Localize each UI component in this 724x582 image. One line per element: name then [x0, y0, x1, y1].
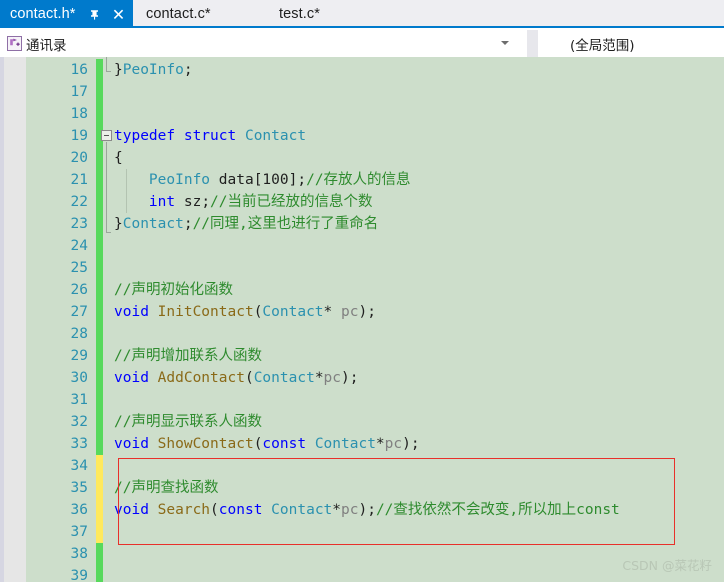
line-number: 25 [70, 260, 88, 276]
line-number: 23 [70, 216, 88, 232]
line-number: 37 [70, 524, 88, 540]
change-marker [96, 499, 103, 521]
code-line[interactable]: //声明查找函数 [114, 477, 218, 499]
code-line[interactable]: PeoInfo data[100];//存放人的信息 [114, 169, 411, 191]
change-marker [96, 389, 103, 411]
change-marker [96, 367, 103, 389]
breakpoint-glyph-margin[interactable] [4, 57, 26, 582]
chevron-down-icon[interactable] [501, 41, 509, 45]
line-number: 22 [70, 194, 88, 210]
code-line[interactable]: { [114, 147, 123, 169]
collapse-guide [106, 57, 107, 71]
pin-icon[interactable] [88, 8, 101, 21]
change-marker [96, 477, 103, 499]
line-number: 24 [70, 238, 88, 254]
code-line[interactable]: //声明初始化函数 [114, 279, 233, 301]
code-line[interactable]: //声明显示联系人函数 [114, 411, 262, 433]
change-marker [96, 543, 103, 565]
change-marker [96, 213, 103, 235]
change-marker [96, 411, 103, 433]
line-number: 29 [70, 348, 88, 364]
scope-label: 通讯录 [26, 37, 67, 54]
editor-tab-bar: contact.h* contact.c* test.c* [0, 0, 724, 28]
change-marker [96, 169, 103, 191]
close-icon[interactable] [112, 8, 125, 21]
line-number: 16 [70, 62, 88, 78]
change-marker [96, 103, 103, 125]
change-marker [96, 147, 103, 169]
change-marker [96, 301, 103, 323]
watermark: CSDN @菜花籽 [622, 558, 712, 573]
line-number: 35 [70, 480, 88, 496]
indent-guide [126, 169, 127, 213]
code-line[interactable]: void AddContact(Contact*pc); [114, 367, 358, 389]
tab-contact-h-label: contact.h* [10, 6, 76, 22]
code-line[interactable]: int sz;//当前已经放的信息个数 [114, 191, 373, 213]
code-line[interactable]: void ShowContact(const Contact*pc); [114, 433, 420, 455]
line-number-gutter: 16 17 18 19 20 21 22 23 24 25 26 27 28 29 30 31 32 33 34 35… [26, 57, 96, 582]
change-marker [96, 565, 103, 582]
tab-test-c[interactable]: test.c* [279, 0, 320, 28]
project-scope-icon [7, 36, 22, 51]
collapse-guide [106, 142, 107, 232]
change-marker [96, 191, 103, 213]
line-number: 36 [70, 502, 88, 518]
line-number: 19 [70, 128, 88, 144]
change-marker [96, 257, 103, 279]
line-number: 39 [70, 568, 88, 582]
line-number: 33 [70, 436, 88, 452]
line-number: 17 [70, 84, 88, 100]
scope-dropdown[interactable]: 通讯录 [0, 30, 527, 57]
line-number: 21 [70, 172, 88, 188]
member-label: (全局范围) [570, 37, 635, 54]
code-line[interactable]: void Search(const Contact*pc);//查找依然不会改变… [114, 499, 620, 521]
change-marker [96, 59, 103, 81]
change-marker [96, 323, 103, 345]
tab-test-c-label: test.c* [279, 6, 320, 22]
line-number: 32 [70, 414, 88, 430]
code-line[interactable]: //声明增加联系人函数 [114, 345, 262, 367]
change-marker [96, 345, 103, 367]
visual-studio-editor-window: contact.h* contact.c* test.c* 通讯录 (全局范围)… [0, 0, 724, 582]
code-line[interactable]: void InitContact(Contact* pc); [114, 301, 376, 323]
code-line[interactable]: }Contact;//同理,这里也进行了重命名 [114, 213, 378, 235]
line-number: 34 [70, 458, 88, 474]
change-marker [96, 235, 103, 257]
change-marker [96, 433, 103, 455]
code-line[interactable]: }PeoInfo; [114, 59, 193, 81]
code-line[interactable]: typedef struct Contact [114, 125, 306, 147]
line-number: 20 [70, 150, 88, 166]
navbar-divider [527, 30, 538, 57]
code-editor[interactable]: 16 17 18 19 20 21 22 23 24 25 26 27 28 29 30 31 32 33 34 35… [0, 57, 724, 582]
line-number: 28 [70, 326, 88, 342]
line-number: 18 [70, 106, 88, 122]
tab-contact-c[interactable]: contact.c* [146, 0, 211, 28]
line-number: 38 [70, 546, 88, 562]
navigation-bar: 通讯录 (全局范围) [0, 30, 724, 57]
line-number: 26 [70, 282, 88, 298]
line-number: 30 [70, 370, 88, 386]
change-marker [96, 521, 103, 543]
collapse-minus-icon[interactable] [101, 130, 112, 141]
change-marker [96, 279, 103, 301]
change-marker [96, 81, 103, 103]
change-marker [96, 455, 103, 477]
line-number: 27 [70, 304, 88, 320]
code-text-area[interactable]: }PeoInfo; typedef struct Contact{ PeoInfo… [101, 57, 724, 582]
collapse-guide-foot [106, 232, 111, 233]
tab-contact-c-label: contact.c* [146, 6, 211, 22]
member-dropdown[interactable]: (全局范围) [538, 30, 724, 57]
tab-contact-h[interactable]: contact.h* [0, 0, 133, 28]
line-number: 31 [70, 392, 88, 408]
collapse-guide-foot [106, 71, 111, 72]
